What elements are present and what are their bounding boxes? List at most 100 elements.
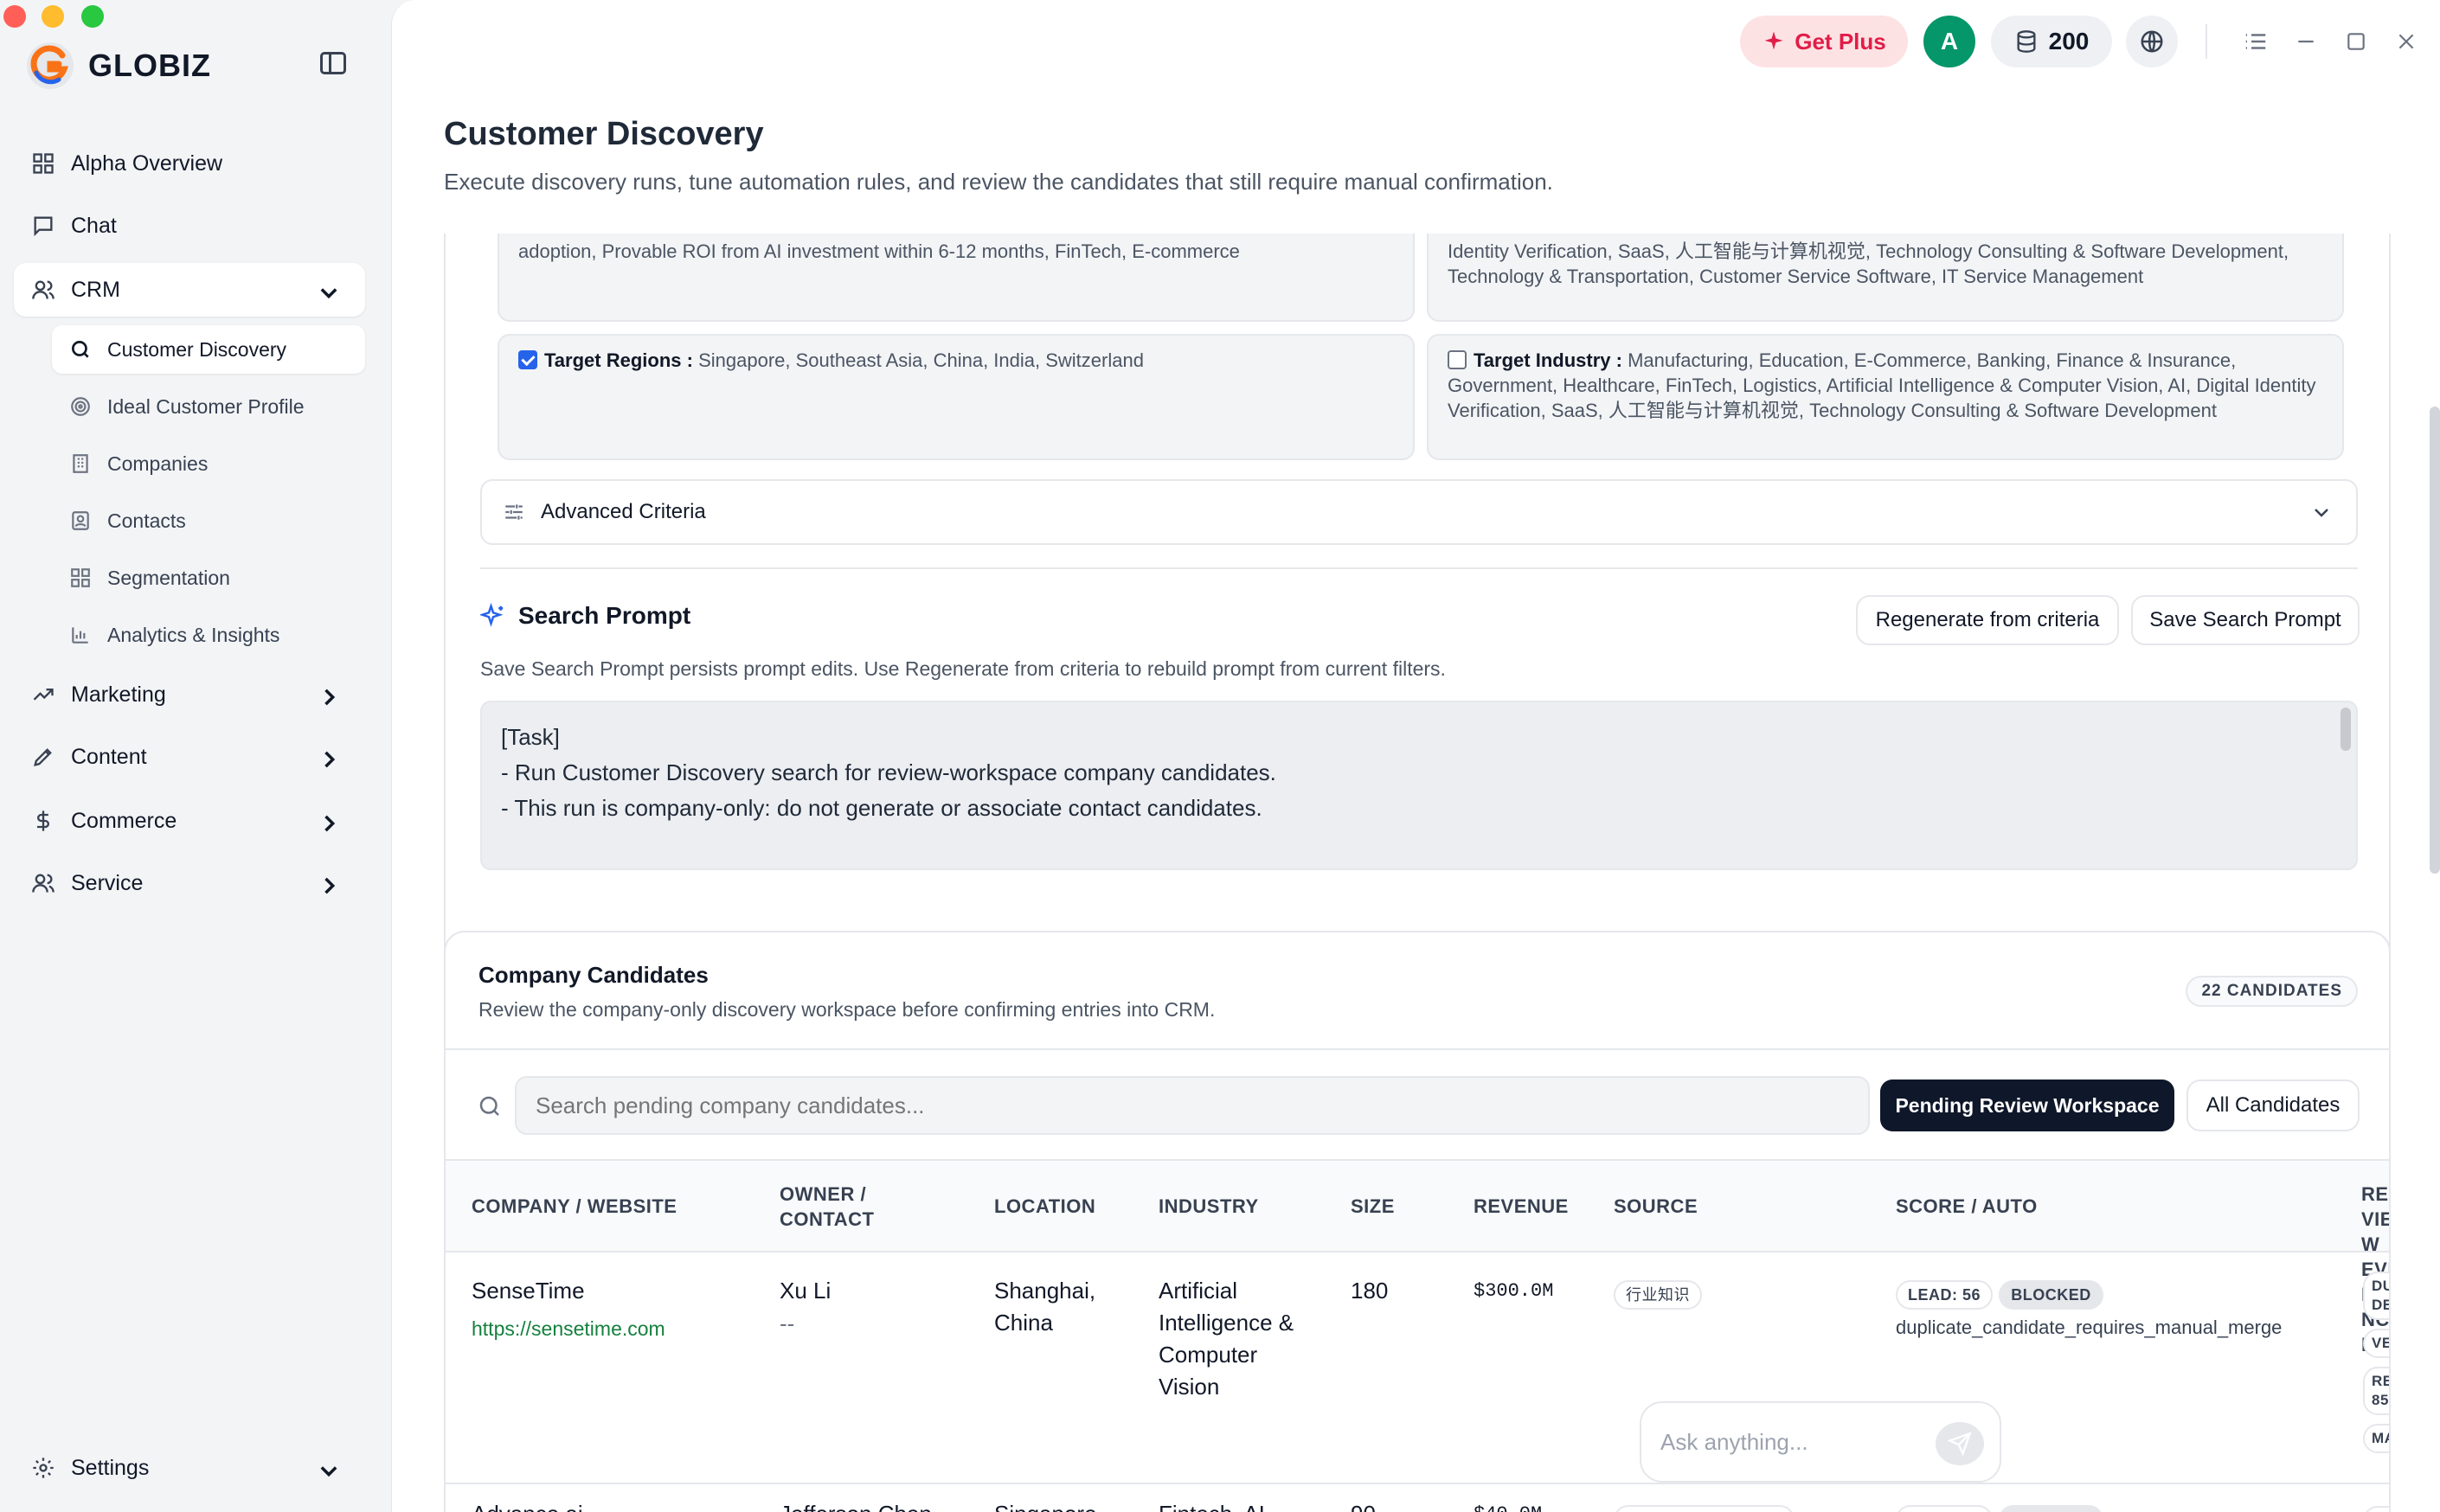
page-scrollbar[interactable]: [2430, 407, 2440, 874]
tab-pending-review-workspace[interactable]: Pending Review Workspace: [1880, 1080, 2174, 1131]
close-window-dot[interactable]: [3, 5, 26, 28]
lead-score-badge: LEAD: 60: [1896, 1505, 1994, 1512]
criteria-label: Target Industry: [1474, 349, 1611, 371]
sliders-icon: [505, 504, 523, 520]
sidebar-item-marketing[interactable]: Marketing: [14, 668, 365, 721]
grid-icon: [71, 568, 90, 587]
search-icon: [479, 1096, 499, 1116]
save-search-prompt-button[interactable]: Save Search Prompt: [2131, 595, 2360, 645]
status-badge: BLOCKED: [1999, 1280, 2103, 1310]
candidate-search-input[interactable]: [515, 1076, 1870, 1135]
size: 90: [1351, 1498, 1376, 1512]
industry: Artificial Intelligence & Computer Visio…: [1159, 1278, 1294, 1400]
search-prompt-text: [Task] - Run Customer Discovery search f…: [501, 724, 1276, 868]
list-icon[interactable]: [2240, 26, 2271, 57]
language-button[interactable]: [2126, 16, 2178, 67]
criteria-text: Identity Verification, SaaS, 人工智能与计算机视觉,…: [1448, 240, 2289, 287]
ask-anything-placeholder: Ask anything...: [1660, 1428, 1808, 1455]
credits-count: 200: [2048, 28, 2090, 54]
search-icon: [71, 340, 89, 358]
column-header[interactable]: INDUSTRY: [1159, 1194, 1259, 1219]
source-badge: 行业知识: [1614, 1280, 1702, 1310]
pen-icon: [34, 748, 52, 766]
sidebar-item-alpha-overview[interactable]: Alpha Overview: [14, 137, 365, 190]
column-header[interactable]: SCORE / AUTO: [1896, 1194, 2038, 1219]
sparkle-icon: [1764, 31, 1783, 50]
send-icon: [1948, 1432, 1972, 1456]
status-badge: BLOCKED: [1999, 1505, 2103, 1512]
sidebar-item-label: Companies: [107, 452, 209, 475]
sidebar-item-content[interactable]: Content: [14, 730, 365, 784]
sidebar-item-chat[interactable]: Chat: [14, 199, 365, 253]
chevron-right-icon: [324, 877, 336, 894]
table-header: COMPANY / WEBSITE OWNER / CONTACT LOCATI…: [446, 1159, 2389, 1355]
search-prompt-heading: Search Prompt: [480, 602, 690, 630]
sidebar-item-label: Ideal Customer Profile: [107, 394, 305, 418]
minimize-window-dot[interactable]: [42, 5, 64, 28]
company-website-link[interactable]: https://sensetime.com: [472, 1313, 665, 1345]
globe-icon: [2141, 30, 2163, 53]
column-header[interactable]: REVENUE: [1474, 1194, 1569, 1219]
criteria-label: Target Regions: [544, 349, 682, 371]
grid-icon: [33, 153, 54, 174]
sidebar-item-ideal-customer-profile[interactable]: Ideal Customer Profile: [52, 382, 365, 431]
globiz-logo-icon: [27, 42, 74, 89]
close-icon[interactable]: [2391, 26, 2422, 57]
evidence-badge: RE 85: [2363, 1367, 2389, 1415]
sidebar-item-label: Settings: [71, 1455, 150, 1480]
sidebar-item-label: Analytics & Insights: [107, 623, 280, 646]
location: Singapore: [994, 1498, 1097, 1512]
column-header[interactable]: OWNER / CONTACT: [780, 1182, 883, 1232]
column-header[interactable]: COMPANY / WEBSITE: [472, 1194, 677, 1219]
sidebar-item-analytics[interactable]: Analytics & Insights: [52, 611, 365, 659]
chevron-right-icon: [324, 815, 336, 832]
search-prompt-textarea[interactable]: [Task] - Run Customer Discovery search f…: [480, 701, 2358, 870]
criteria-value: Singapore, Southeast Asia, China, India,…: [698, 349, 1144, 371]
column-header[interactable]: SOURCE: [1614, 1194, 1698, 1219]
evidence-badges: DU DE VE RE 85 MA: [2363, 1272, 2389, 1453]
sidebar-item-companies[interactable]: Companies: [52, 439, 365, 488]
sidebar-item-contacts[interactable]: Contacts: [52, 497, 365, 545]
credits-button[interactable]: 200: [1991, 16, 2112, 67]
sidebar: GLOBIZ Alpha Overview Chat CRM Customer …: [0, 0, 391, 1512]
criteria-box-right: Identity Verification, SaaS, 人工智能与计算机视觉,…: [1427, 234, 2344, 322]
sidebar-item-crm[interactable]: CRM: [14, 263, 365, 317]
page-header: Customer Discovery Execute discovery run…: [444, 116, 1553, 195]
zoom-window-dot[interactable]: [81, 5, 104, 28]
content-scroll-area[interactable]: adoption, Provable ROI from AI investmen…: [444, 234, 2391, 1512]
regenerate-from-criteria-button[interactable]: Regenerate from criteria: [1856, 595, 2119, 645]
contact-value: --: [780, 1310, 795, 1336]
sidebar-item-commerce[interactable]: Commerce: [14, 794, 365, 848]
revenue: $300.0M: [1474, 1280, 1554, 1302]
get-plus-button[interactable]: Get Plus: [1740, 16, 1908, 67]
sidebar-item-segmentation[interactable]: Segmentation: [52, 554, 365, 602]
page-title: Customer Discovery: [444, 116, 764, 152]
evidence-badge: DU DE: [2363, 1272, 2389, 1320]
minimize-icon[interactable]: [2290, 26, 2321, 57]
column-header[interactable]: LOCATION: [994, 1194, 1095, 1219]
tab-all-candidates[interactable]: All Candidates: [2186, 1080, 2360, 1131]
criteria-target-regions: Target Regions : Singapore, Southeast As…: [498, 334, 1415, 460]
divider: [446, 1048, 2389, 1050]
target-industry-checkbox[interactable]: [1448, 350, 1467, 369]
advanced-criteria-label: Advanced Criteria: [541, 500, 706, 523]
send-button[interactable]: [1936, 1422, 1984, 1465]
maximize-icon[interactable]: [2340, 26, 2372, 57]
sidebar-item-customer-discovery[interactable]: Customer Discovery: [52, 325, 365, 374]
target-regions-checkbox[interactable]: [518, 350, 537, 369]
ask-anything-box[interactable]: Ask anything...: [1640, 1401, 2001, 1483]
sidebar-toggle-icon[interactable]: [320, 52, 346, 74]
brand[interactable]: GLOBIZ: [24, 40, 211, 92]
column-header[interactable]: SIZE: [1351, 1194, 1395, 1219]
scrollbar[interactable]: [2340, 708, 2351, 751]
source-badge: RESEARCH_AGENT: [1614, 1505, 1795, 1512]
advanced-criteria-toggle[interactable]: Advanced Criteria: [480, 479, 2358, 545]
sidebar-item-label: Content: [71, 744, 147, 769]
evidence-badge: VE: [2363, 1329, 2389, 1358]
building-icon: [73, 454, 88, 473]
sidebar-item-service[interactable]: Service: [14, 856, 365, 910]
sidebar-item-settings[interactable]: Settings: [14, 1441, 365, 1495]
avatar[interactable]: A: [1923, 16, 1975, 67]
sidebar-item-label: Contacts: [107, 509, 186, 532]
chevron-right-icon: [324, 751, 336, 768]
